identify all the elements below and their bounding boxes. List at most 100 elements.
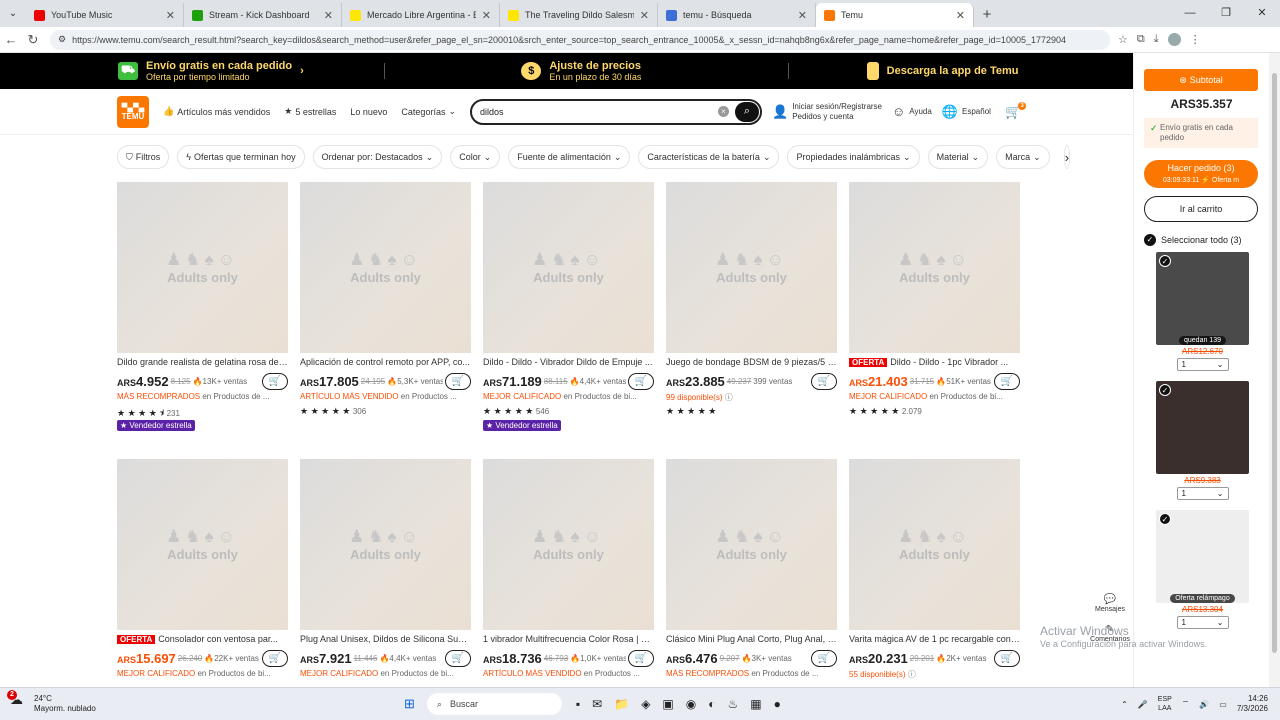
product-card[interactable]: ♟♞♠☺ Adults only Dildo grande realista d… xyxy=(117,182,288,431)
product-title[interactable]: OFERTA Consolador con ventosa par... xyxy=(117,634,288,646)
battery-icon[interactable]: ▭ xyxy=(1219,700,1227,709)
product-title[interactable]: OFERTA Dildo - Dildo - 1pc Vibrador ... xyxy=(849,357,1020,369)
go-to-cart-button[interactable]: Ir al carrito xyxy=(1144,196,1258,222)
language-selector[interactable]: 🌐 Español xyxy=(942,105,991,118)
store-icon[interactable]: ▣ xyxy=(662,697,673,711)
quantity-select[interactable]: 1 ⌄ xyxy=(1176,358,1229,371)
menu-icon[interactable]: ⋮ xyxy=(1190,33,1201,46)
reload-icon[interactable]: ↻ xyxy=(22,32,44,48)
search-button[interactable]: ⌕ xyxy=(735,101,759,122)
filter-chip[interactable]: Propiedades inalámbricas ⌄ xyxy=(787,145,920,169)
product-image-placeholder[interactable]: ♟♞♠☺ Adults only xyxy=(666,182,837,353)
product-title[interactable]: Plug Anal Unisex, Dildos de Silicona Sua… xyxy=(300,634,471,646)
clear-search-icon[interactable]: × xyxy=(718,106,729,117)
product-title[interactable]: Juego de bondage BDSM de 9 piezas/5 p... xyxy=(666,357,837,369)
add-to-cart-button[interactable]: 🛒 xyxy=(262,649,288,667)
github-icon[interactable]: ● xyxy=(774,697,781,711)
cart-item[interactable]: ✓ quedan 139 ARS12.670 1 ⌄ xyxy=(1156,252,1249,371)
product-title[interactable]: Clásico Mini Plug Anal Corto, Plug Anal,… xyxy=(666,634,837,646)
page-scrollbar[interactable] xyxy=(1269,53,1280,687)
product-card[interactable]: ♟♞♠☺ Adults only Varita mágica AV de 1 p… xyxy=(849,459,1020,681)
cart-item[interactable]: ✓ Oferta relámpago ARS13.304 1 ⌄ xyxy=(1156,510,1249,629)
taskbar-search[interactable]: ⌕ Buscar xyxy=(426,693,562,715)
new-tab-button[interactable]: + xyxy=(974,3,1000,27)
product-title[interactable]: Aplicación de control remoto por APP, co… xyxy=(300,357,471,369)
account-menu[interactable]: 👤 Iniciar sesión/Registrarse Pedidos y cu… xyxy=(772,102,882,122)
filter-chip[interactable]: Color ⌄ xyxy=(450,145,501,169)
profile-avatar[interactable] xyxy=(1167,33,1181,46)
add-to-cart-button[interactable]: 🛒 xyxy=(811,372,837,390)
select-all-checkbox[interactable]: ✓ Seleccionar todo (3) xyxy=(1144,234,1269,246)
nav-categories[interactable]: Categorías ⌄ xyxy=(401,106,456,117)
add-to-cart-button[interactable]: 🛒 xyxy=(811,649,837,667)
restore-button[interactable]: ❐ xyxy=(1208,0,1244,27)
checked-icon[interactable]: ✓ xyxy=(1159,384,1171,396)
product-image-placeholder[interactable]: ♟♞♠☺ Adults only xyxy=(300,459,471,630)
browser-tab[interactable]: temu - Búsqueda ✕ xyxy=(658,3,816,27)
add-to-cart-button[interactable]: 🛒 xyxy=(628,649,654,667)
product-card[interactable]: ♟♞♠☺ Adults only Clásico Mini Plug Anal … xyxy=(666,459,837,681)
product-title[interactable]: Dildo grande realista de gelatina rosa d… xyxy=(117,357,288,369)
clock[interactable]: 14:26 7/3/2026 xyxy=(1237,694,1268,714)
promo-price-adjust[interactable]: $ Ajuste de precios En un plazo de 30 día… xyxy=(385,60,787,82)
product-image-placeholder[interactable]: ♟♞♠☺ Adults only xyxy=(117,459,288,630)
product-card[interactable]: ♟♞♠☺ Adults only Plug Anal Unisex, Dildo… xyxy=(300,459,471,681)
extensions-icon[interactable]: ⧉ xyxy=(1137,33,1145,46)
file-explorer-icon[interactable]: 📁 xyxy=(614,697,629,711)
site-info-icon[interactable]: ⚙ xyxy=(58,34,66,45)
product-title[interactable]: 1 vibrador Multifrecuencia Color Rosa | … xyxy=(483,634,654,646)
close-tab-icon[interactable]: ✕ xyxy=(956,9,965,22)
bookmark-star-icon[interactable]: ☆ xyxy=(1118,33,1128,46)
messages-button[interactable]: 💬 Mensajes xyxy=(1090,595,1130,614)
browser-tab[interactable]: YouTube Music ✕ xyxy=(26,3,184,27)
place-order-button[interactable]: Hacer pedido (3) 03:09:33:11 ⚡ Oferta m xyxy=(1144,160,1258,188)
volume-icon[interactable]: 🔊 xyxy=(1199,700,1209,709)
edge-icon[interactable]: ◐ xyxy=(708,697,715,711)
weather-widget[interactable]: ☁ 2 24°C Mayorm. nublado xyxy=(7,690,160,714)
filter-chip[interactable]: Ordenar por: Destacados ⌄ xyxy=(312,145,443,169)
product-card[interactable]: ♟♞♠☺ Adults only OFERTA Dildo - Dildo - 1… xyxy=(849,182,1020,431)
back-icon[interactable]: ← xyxy=(0,32,22,47)
cart-item-image[interactable]: ✓ quedan 139 xyxy=(1156,252,1249,345)
browser-tab[interactable]: Temu ✕ xyxy=(816,3,974,27)
cart-button[interactable]: 🛒 3 xyxy=(1005,101,1027,118)
add-to-cart-button[interactable]: 🛒 xyxy=(994,372,1020,390)
cart-item-image[interactable]: ✓ xyxy=(1156,381,1249,474)
product-image-placeholder[interactable]: ♟♞♠☺ Adults only xyxy=(483,182,654,353)
close-window-button[interactable]: ✕ xyxy=(1244,0,1280,27)
filter-chip[interactable]: Material ⌄ xyxy=(927,145,989,169)
promo-app-download[interactable]: Descarga la app de Temu xyxy=(789,62,1133,80)
task-view-icon[interactable]: ▪ xyxy=(576,697,580,711)
chevron-up-icon[interactable]: ⌃ xyxy=(1121,700,1128,709)
browser-tab[interactable]: Stream - Kick Dashboard ✕ xyxy=(184,3,342,27)
close-tab-icon[interactable]: ✕ xyxy=(798,9,807,22)
url-field[interactable]: ⚙ https://www.temu.com/search_result.htm… xyxy=(50,29,1110,50)
close-tab-icon[interactable]: ✕ xyxy=(640,9,649,22)
steam-icon[interactable]: ♨ xyxy=(728,697,739,711)
nav-new[interactable]: Lo nuevo xyxy=(350,107,387,117)
wifi-icon[interactable]: ⌔ xyxy=(1182,699,1190,709)
product-card[interactable]: ♟♞♠☺ Adults only OFERTA Consolador con ve… xyxy=(117,459,288,681)
product-image-placeholder[interactable]: ♟♞♠☺ Adults only xyxy=(483,459,654,630)
temu-logo[interactable]: ▀▄▀▄ TEMU xyxy=(117,95,149,128)
outlook-icon[interactable]: ✉ xyxy=(592,697,602,711)
microphone-icon[interactable]: 🎤 xyxy=(1138,700,1148,709)
filter-chip[interactable]: Características de la batería ⌄ xyxy=(638,145,780,169)
product-image-placeholder[interactable]: ♟♞♠☺ Adults only xyxy=(849,182,1020,353)
nav-five-stars[interactable]: ★ 5 estrellas xyxy=(284,106,336,117)
checked-icon[interactable]: ✓ xyxy=(1159,513,1171,525)
cart-item[interactable]: ✓ ARS9.383 1 ⌄ xyxy=(1156,381,1249,500)
checked-icon[interactable]: ✓ xyxy=(1159,255,1171,267)
browser-tab[interactable]: The Traveling Dildo Salesman Doc ✕ xyxy=(500,3,658,27)
close-tab-icon[interactable]: ✕ xyxy=(166,9,175,22)
product-image-placeholder[interactable]: ♟♞♠☺ Adults only xyxy=(117,182,288,353)
product-image-placeholder[interactable]: ♟♞♠☺ Adults only xyxy=(666,459,837,630)
minimize-button[interactable]: — xyxy=(1172,0,1208,27)
product-image-placeholder[interactable]: ♟♞♠☺ Adults only xyxy=(300,182,471,353)
input-language[interactable]: ESP LAA xyxy=(1158,695,1172,713)
add-to-cart-button[interactable]: 🛒 xyxy=(628,372,654,390)
product-title[interactable]: Varita mágica AV de 1 pc recargable con … xyxy=(849,634,1020,646)
photos-icon[interactable]: ▦ xyxy=(750,697,761,711)
promo-free-shipping[interactable]: ⛟ Envío gratis en cada pedido Oferta por … xyxy=(0,60,384,82)
product-card[interactable]: ♟♞♠☺ Adults only Juego de bondage BDSM d… xyxy=(666,182,837,431)
